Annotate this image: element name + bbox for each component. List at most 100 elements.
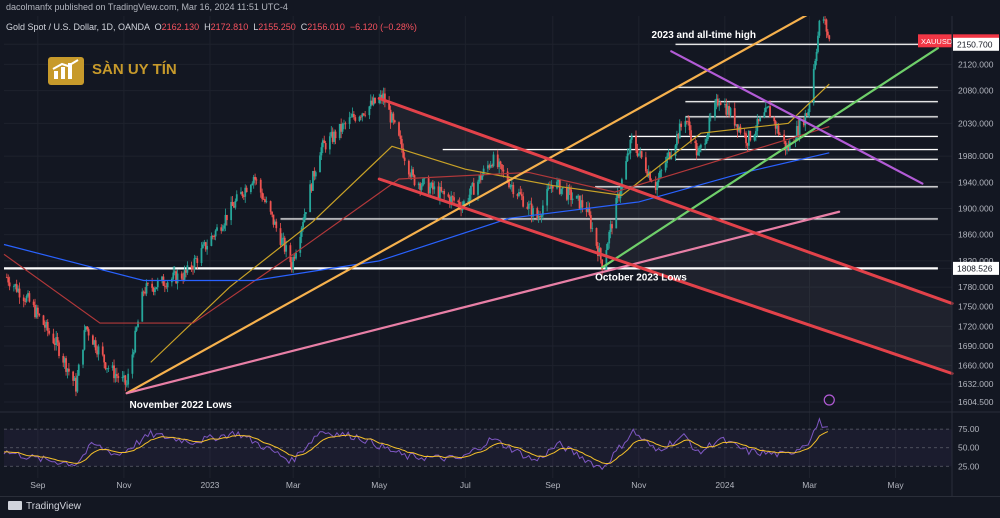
y-tick-label: 1604.500 — [958, 397, 994, 407]
candle-body — [275, 221, 278, 229]
candle-body — [241, 191, 244, 197]
candle-body — [25, 296, 28, 302]
candle-body — [527, 203, 530, 209]
candle-body — [520, 194, 523, 197]
x-tick-label: Mar — [286, 480, 301, 490]
candle-body — [104, 362, 107, 370]
candle-body — [259, 179, 262, 193]
candle-body — [608, 231, 611, 244]
candle-body — [115, 374, 118, 377]
candle-body — [281, 238, 283, 245]
tradingview-logo-icon — [8, 501, 22, 510]
candle-body — [28, 293, 31, 302]
candle-body — [626, 153, 629, 162]
candle-body — [697, 152, 699, 156]
candle-body — [292, 257, 295, 269]
candle-body — [76, 375, 79, 392]
candle-body — [300, 227, 303, 237]
candle-body — [269, 201, 272, 212]
candle-body — [447, 194, 450, 197]
candle-body — [186, 265, 189, 273]
candle-body — [154, 289, 156, 293]
candle-body — [699, 144, 702, 148]
candle-body — [193, 258, 196, 270]
candle-body — [457, 200, 460, 202]
symbol-name: Gold Spot / U.S. Dollar, 1D, OANDA — [6, 22, 150, 32]
candle-body — [162, 276, 165, 286]
candle-body — [640, 151, 643, 158]
candle-body — [362, 113, 365, 115]
candle-body — [350, 116, 352, 118]
candle-body — [344, 123, 347, 125]
candle-body — [352, 114, 355, 118]
candle-body — [778, 134, 781, 135]
candle-body — [749, 130, 752, 141]
candle-body — [245, 187, 248, 193]
symbol-legend[interactable]: Gold Spot / U.S. Dollar, 1D, OANDA O2162… — [6, 22, 417, 32]
candle-body — [261, 192, 264, 199]
candle-body — [82, 349, 84, 365]
y-tick-label: 1720.000 — [958, 321, 994, 331]
candle-body — [659, 170, 661, 178]
open-label: O — [154, 22, 162, 32]
candle-body — [440, 187, 443, 192]
candle-body — [637, 153, 640, 156]
candle-body — [399, 135, 402, 139]
candle-body — [630, 135, 633, 140]
candle-body — [709, 117, 712, 118]
candle-body — [664, 163, 667, 171]
candle-body — [202, 244, 204, 249]
candle-body — [707, 132, 709, 140]
high-value: 2172.810 — [210, 22, 249, 32]
candle-body — [324, 143, 327, 150]
open-value: 2162.130 — [161, 22, 200, 32]
close-value: 2156.010 — [307, 22, 345, 32]
x-axis: Sep Nov 2023 Mar May Jul Sep Nov 2024 Mar May — [30, 480, 904, 490]
candle-body — [121, 376, 124, 379]
alert-icon — [823, 394, 835, 406]
y-tick-label: 1940.000 — [958, 177, 994, 187]
candle-body — [690, 130, 692, 142]
candle-body — [694, 141, 697, 144]
candle-body — [303, 214, 306, 223]
candle-body — [77, 364, 80, 376]
y-tick-label: 1632.000 — [958, 379, 994, 389]
candle-body — [413, 175, 416, 186]
candle-body — [319, 155, 321, 173]
candle-body — [560, 188, 563, 194]
candle-body — [606, 243, 609, 251]
tradingview-brand[interactable]: TradingView — [8, 501, 81, 512]
candle-body — [225, 214, 228, 221]
candle-body — [137, 321, 139, 328]
y-tick-label: 1780.000 — [958, 282, 994, 292]
candle-body — [684, 121, 687, 127]
candle-body — [392, 113, 395, 121]
candle-body — [422, 178, 424, 186]
candle-body — [502, 169, 505, 172]
candle-body — [817, 35, 819, 52]
candle-body — [249, 185, 252, 193]
price-badge-label: XAUUSD — [921, 37, 953, 46]
watermark-logo-icon — [48, 57, 84, 85]
candle-body — [101, 346, 104, 355]
candle-body — [125, 384, 128, 386]
candle-body — [704, 143, 707, 145]
candle-body — [134, 330, 137, 353]
candle-body — [472, 183, 475, 195]
candle-body — [87, 329, 90, 336]
candle-body — [512, 184, 515, 195]
candle-body — [393, 120, 396, 123]
y-tick-label: 2030.000 — [958, 118, 994, 128]
candle-body — [680, 123, 683, 127]
price-badge-1: 2150.700 — [953, 37, 999, 51]
candle-body — [551, 186, 554, 189]
rsi-level-label: 75.00 — [958, 424, 980, 434]
candle-body — [443, 191, 446, 195]
candle-body — [708, 117, 711, 133]
candle-body — [145, 283, 148, 294]
candle-body — [429, 186, 431, 194]
price-badge-2: 1808.526 — [953, 261, 999, 275]
candle-body — [368, 106, 371, 116]
candle-body — [635, 135, 637, 150]
candle-body — [570, 189, 573, 201]
